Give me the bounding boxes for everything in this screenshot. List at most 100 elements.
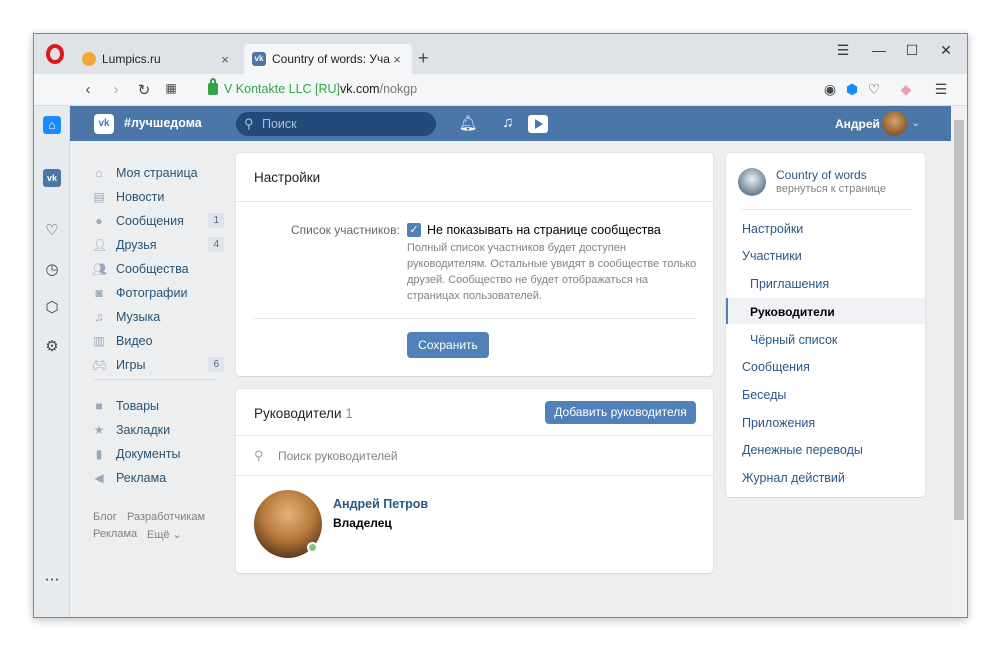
settings-sliders-icon[interactable]: ☰ — [931, 81, 951, 98]
avatar[interactable] — [882, 111, 907, 136]
extension-cube-icon[interactable]: ◆ — [896, 81, 916, 98]
tab-menu-icon[interactable]: ☰ — [831, 42, 855, 59]
certificate-label[interactable]: V Kontakte LLC [RU] — [224, 82, 340, 96]
gear-icon[interactable]: ⚙ — [43, 338, 61, 356]
panel-item-action-log[interactable]: Журнал действий — [742, 471, 845, 485]
managers-card: Руководители 1 Добавить руководителя ⚲ П… — [236, 389, 713, 573]
hide-members-checkbox[interactable]: ✓ — [407, 223, 421, 237]
shield-icon[interactable]: ⬢ — [842, 81, 862, 98]
vk-favicon-icon: vk — [252, 52, 266, 66]
speed-dial-icon[interactable]: ▦ — [162, 81, 180, 95]
new-tab-button[interactable]: + — [418, 48, 429, 69]
panel-item-money-transfers[interactable]: Денежные переводы — [742, 443, 863, 457]
forward-icon[interactable]: › — [107, 81, 125, 98]
tab-lumpics[interactable]: Lumpics.ru × — [74, 44, 240, 74]
chevron-down-icon[interactable]: ⌄ — [911, 116, 920, 129]
search-placeholder: Поиск — [262, 117, 297, 131]
checkbox-label[interactable]: Не показывать на странице сообщества — [427, 223, 661, 237]
managers-search-input[interactable]: Поиск руководителей — [278, 449, 398, 463]
panel-item-chats[interactable]: Беседы — [742, 388, 786, 402]
vk-search-input[interactable]: ⚲ Поиск — [236, 112, 436, 136]
menu-documents[interactable]: ▮ Документы — [92, 444, 224, 464]
panel-item-members[interactable]: Участники — [742, 249, 802, 263]
divider — [236, 435, 713, 436]
close-window-icon[interactable]: ✕ — [934, 42, 958, 59]
menu-label: Закладки — [116, 423, 171, 437]
minimize-icon[interactable]: — — [867, 42, 891, 58]
star-icon: ★ — [93, 422, 105, 437]
document-icon: ▮ — [95, 446, 103, 461]
footer-more-link[interactable]: Ещё ⌄ — [147, 528, 182, 541]
heart-icon[interactable]: ♡ — [43, 222, 61, 240]
menu-messages[interactable]: ● Сообщения 1 — [92, 211, 224, 231]
music-icon[interactable]: ♫ — [498, 114, 518, 131]
menu-divider — [94, 379, 216, 380]
panel-item-messages[interactable]: Сообщения — [742, 360, 810, 374]
camera-icon: ◙ — [95, 285, 103, 300]
search-icon: ⚲ — [244, 116, 254, 131]
menu-games[interactable]: 🎮︎ Игры 6 — [92, 355, 224, 375]
maximize-icon[interactable]: ☐ — [900, 42, 924, 59]
panel-item-managers[interactable]: Руководители — [750, 305, 835, 319]
panel-item-blacklist[interactable]: Чёрный список — [750, 333, 837, 347]
members-hint: Полный список участников будет доступен … — [407, 242, 697, 302]
tab-close-icon[interactable]: × — [390, 52, 404, 67]
video-play-icon[interactable] — [528, 115, 548, 133]
reload-icon[interactable]: ↻ — [135, 81, 153, 99]
menu-music[interactable]: ♫ Музыка — [92, 307, 224, 327]
tab-vk[interactable]: vk Country of words: Участники × — [244, 44, 412, 74]
group-icon: 👥︎ — [92, 261, 108, 276]
panel-item-apps[interactable]: Приложения — [742, 416, 815, 430]
tab-close-icon[interactable]: × — [218, 52, 232, 67]
history-clock-icon[interactable]: ◷ — [43, 261, 61, 279]
panel-item-settings[interactable]: Настройки — [742, 222, 803, 236]
opera-logo-icon[interactable] — [46, 44, 64, 64]
menu-goods[interactable]: ■ Товары — [92, 396, 224, 416]
vk-logo-icon[interactable]: vk — [94, 114, 114, 134]
back-to-page-link[interactable]: вернуться к странице — [776, 183, 886, 195]
home-icon[interactable]: ⌂ — [43, 116, 61, 134]
footer-ads-link[interactable]: Реклама — [93, 528, 137, 540]
menu-label: Товары — [116, 399, 159, 413]
username[interactable]: Андрей — [835, 117, 880, 131]
add-manager-button[interactable]: Добавить руководителя — [545, 401, 696, 424]
page-scrollbar[interactable] — [951, 106, 967, 617]
community-avatar[interactable] — [738, 168, 766, 196]
menu-news[interactable]: ▤ Новости — [92, 187, 224, 207]
managers-count: 1 — [345, 406, 353, 421]
footer-blog-link[interactable]: Блог — [93, 511, 117, 523]
bell-icon[interactable]: 🔔︎ — [458, 114, 478, 132]
megaphone-icon: ◀ — [94, 470, 104, 485]
cube-icon[interactable]: ⬡ — [43, 299, 61, 317]
menu-bookmarks[interactable]: ★ Закладки — [92, 420, 224, 440]
url-field[interactable]: vk.com/nokgp — [340, 82, 417, 96]
menu-communities[interactable]: 👥︎ Сообщества — [92, 259, 224, 279]
manager-name-link[interactable]: Андрей Петров — [333, 497, 428, 511]
vk-hashtag-title[interactable]: #лучшедома — [124, 116, 202, 130]
news-icon: ▤ — [93, 189, 105, 204]
panel-item-invitations[interactable]: Приглашения — [750, 277, 829, 291]
bag-icon: ■ — [95, 398, 103, 413]
scrollbar-thumb[interactable] — [954, 120, 964, 520]
menu-label: Новости — [116, 190, 165, 204]
url-domain: vk.com — [340, 82, 380, 96]
vk-sidebar-icon[interactable]: vk — [43, 169, 61, 187]
menu-label: Сообщества — [116, 262, 189, 276]
heart-icon[interactable]: ♡ — [864, 81, 884, 98]
menu-friends[interactable]: 👤︎ Друзья 4 — [92, 235, 224, 255]
menu-photos[interactable]: ◙ Фотографии — [92, 283, 224, 303]
menu-label: Сообщения — [116, 214, 184, 228]
vk-page: vk #лучшедома ⚲ Поиск 🔔︎ ♫ Андрей ⌄ ⌂ Моя… — [70, 106, 951, 617]
menu-my-page[interactable]: ⌂ Моя страница — [92, 163, 224, 183]
camera-icon[interactable]: ◉ — [820, 81, 840, 98]
more-dots-icon[interactable]: ⋯ — [43, 571, 61, 589]
save-button[interactable]: Сохранить — [407, 332, 489, 358]
menu-label: Фотографии — [116, 286, 188, 300]
vk-header: vk #лучшедома ⚲ Поиск 🔔︎ ♫ Андрей ⌄ — [70, 106, 951, 141]
menu-video[interactable]: ▥ Видео — [92, 331, 224, 351]
community-name-link[interactable]: Country of words — [776, 168, 867, 182]
community-menu-panel: Country of words вернуться к странице На… — [726, 153, 925, 497]
back-icon[interactable]: ‹ — [79, 81, 97, 98]
menu-ads[interactable]: ◀ Реклама — [92, 468, 224, 488]
footer-dev-link[interactable]: Разработчикам — [127, 511, 205, 523]
